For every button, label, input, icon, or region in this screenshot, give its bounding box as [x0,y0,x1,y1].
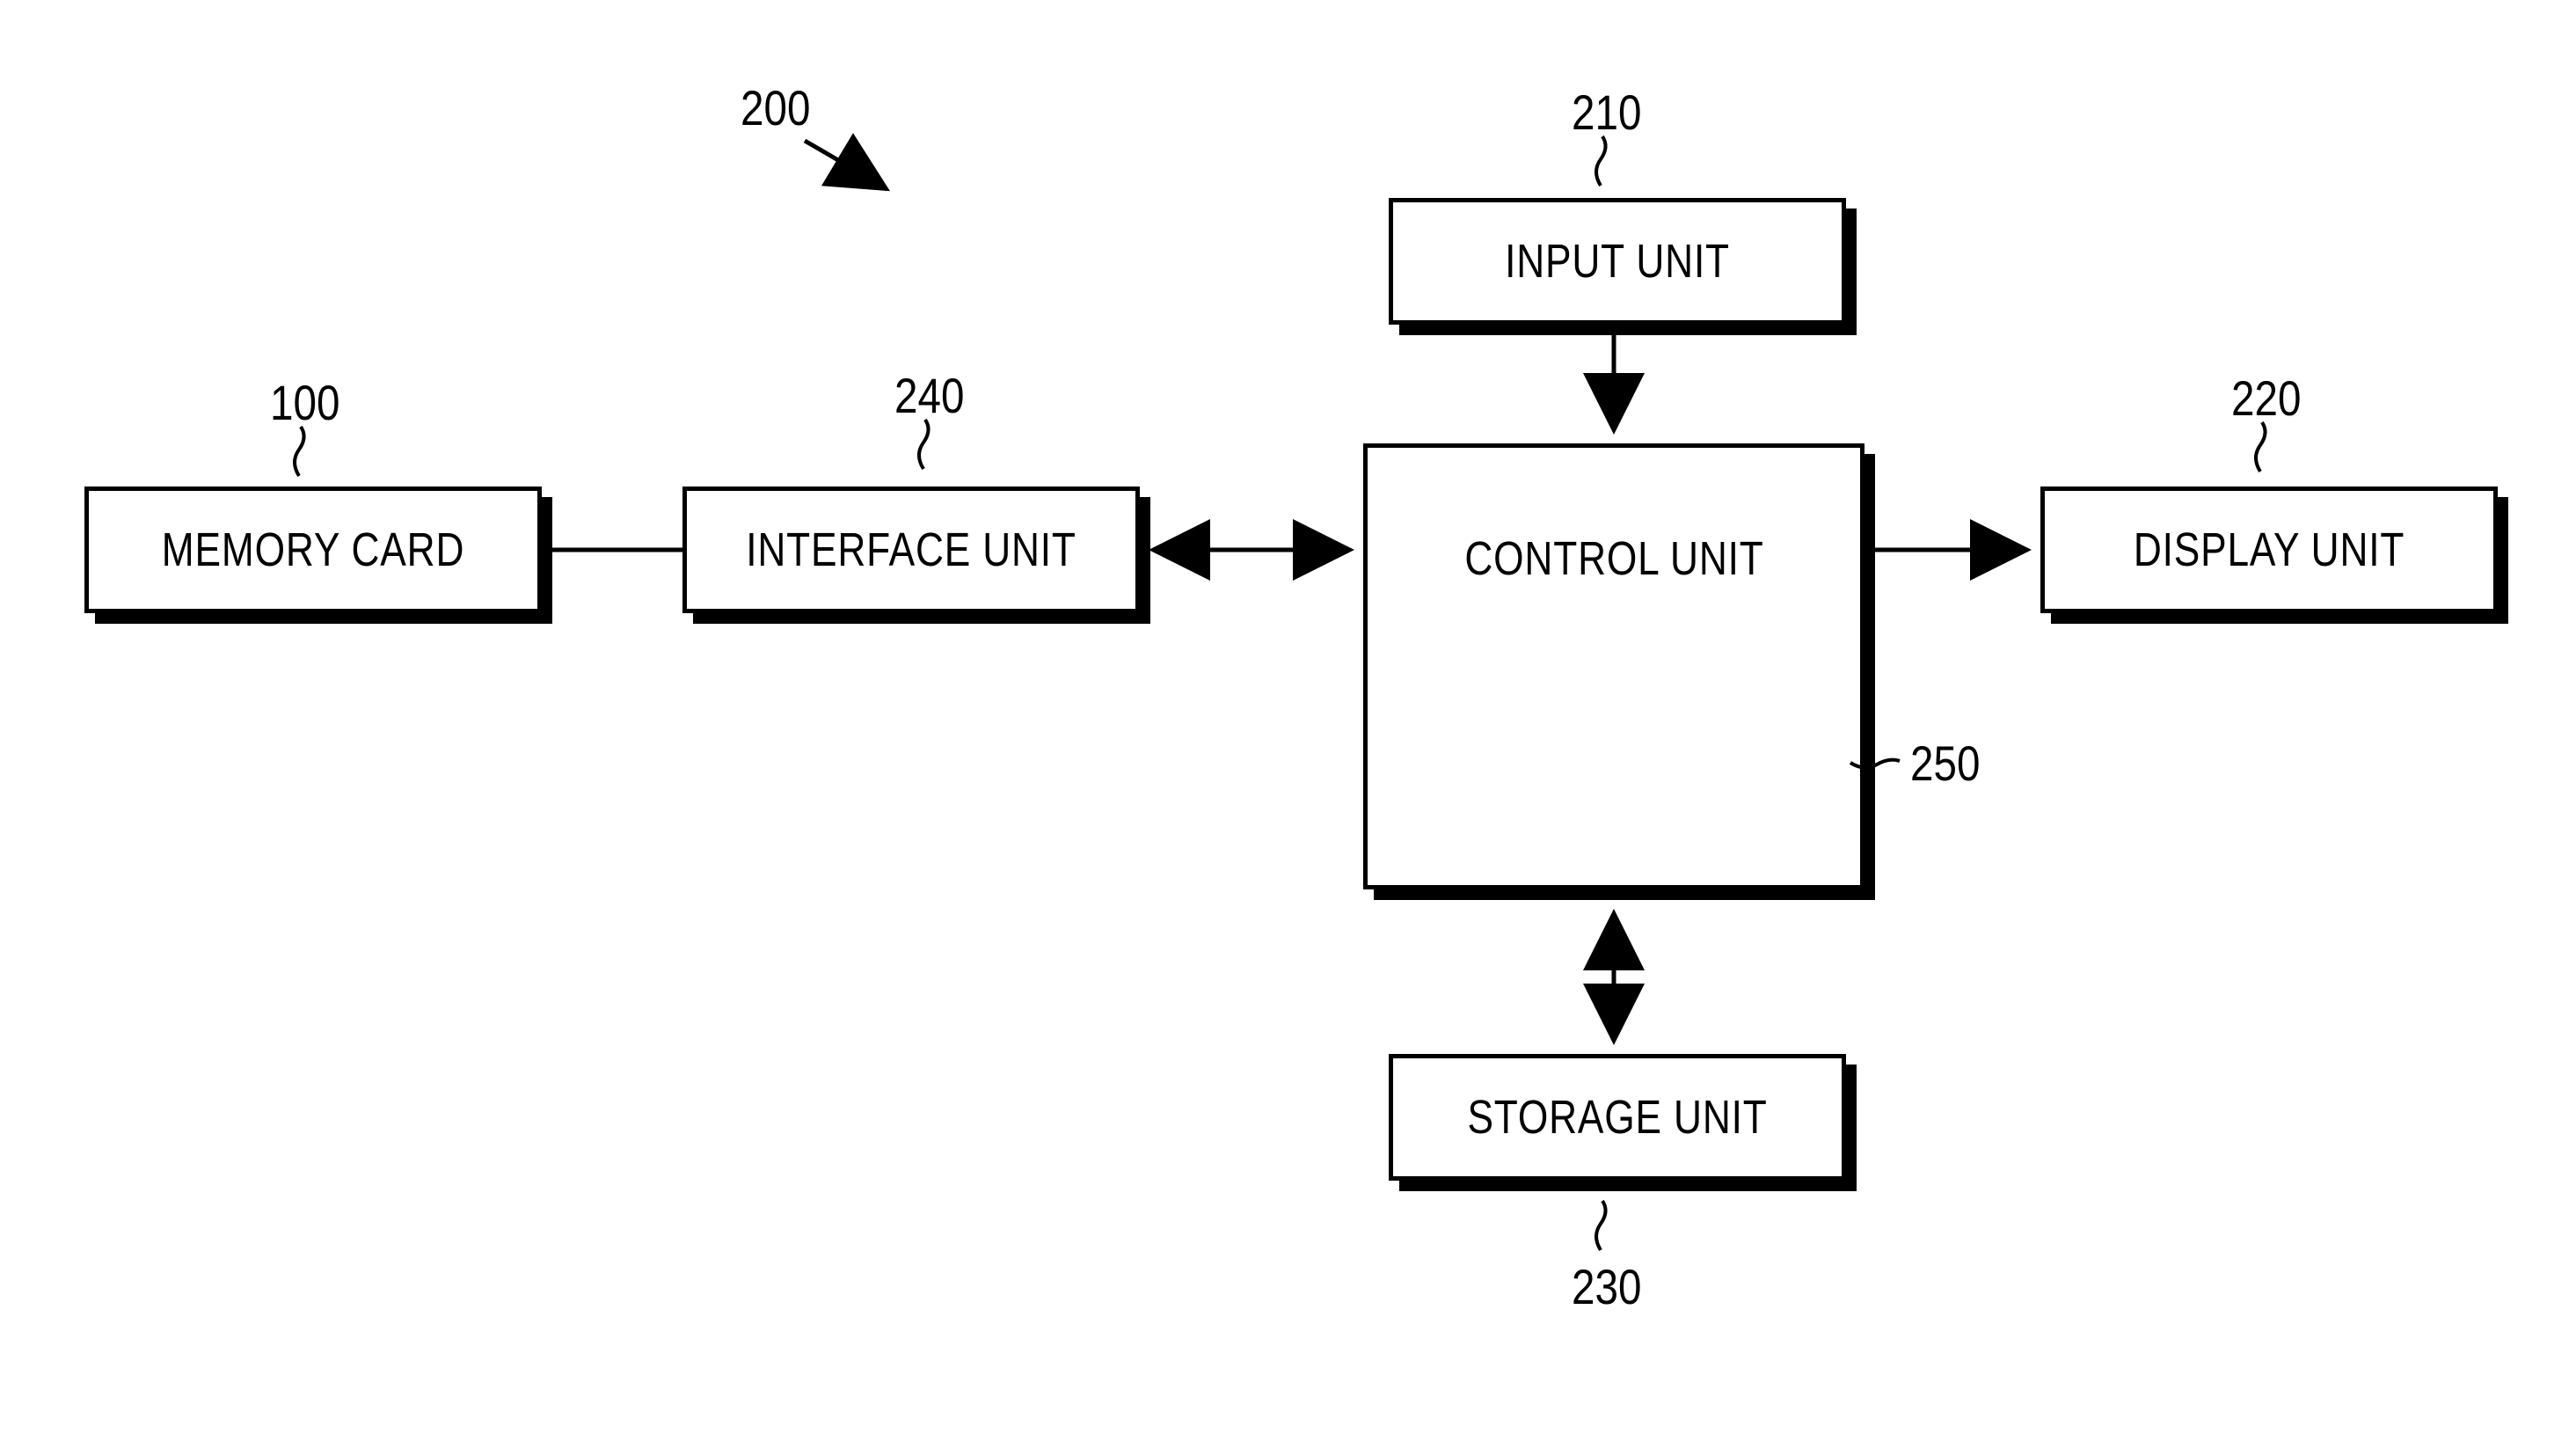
memory-card-block: MEMORY CARD [84,487,542,613]
storage-unit-label: STORAGE UNIT [1467,1090,1767,1145]
input-unit-block: INPUT UNIT [1389,198,1846,325]
ref-input-unit: 210 [1572,84,1641,141]
storage-unit-block: STORAGE UNIT [1389,1054,1846,1181]
leadline-100 [295,427,304,476]
leadline-240 [919,420,929,469]
leadline-220 [2256,422,2266,472]
control-unit-label: CONTROL UNIT [1464,531,1763,586]
ref-display-unit: 220 [2231,369,2301,427]
interface-unit-block: INTERFACE UNIT [682,487,1140,613]
ref-memory-card: 100 [270,374,339,431]
display-unit-label: DISPLAY UNIT [2134,523,2405,577]
ref-storage-unit: 230 [1572,1258,1641,1315]
diagram-canvas: MEMORY CARD INTERFACE UNIT INPUT UNIT CO… [0,0,2576,1456]
ref-interface-unit: 240 [894,367,964,424]
leadline-210 [1596,136,1606,186]
input-unit-label: INPUT UNIT [1505,234,1730,289]
memory-card-label: MEMORY CARD [162,523,464,577]
connector-overlay [0,0,2576,1456]
interface-unit-label: INTERFACE UNIT [746,523,1076,577]
ref-control-unit: 250 [1910,735,1980,792]
ref-system: 200 [741,79,810,136]
ref-arrow-200 [805,141,879,185]
control-unit-block: CONTROL UNIT [1363,443,1864,889]
leadline-230 [1596,1201,1606,1250]
display-unit-block: DISPLAY UNIT [2040,487,2498,613]
